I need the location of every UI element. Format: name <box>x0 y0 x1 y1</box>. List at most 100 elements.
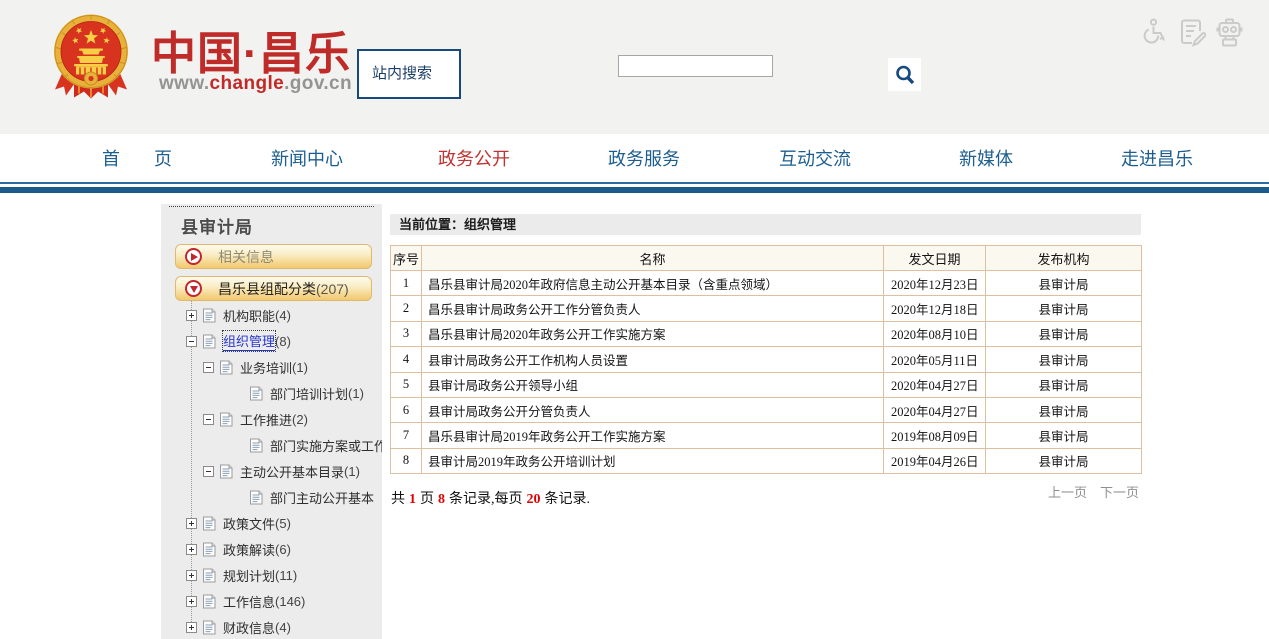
tree-item-13[interactable]: 财政信息(4) <box>161 614 382 639</box>
doc-title-link[interactable]: 县审计局2019年政务公开培训计划 <box>428 455 616 469</box>
category-group-button[interactable]: 昌乐县组配分类(207) <box>175 276 372 301</box>
document-icon <box>249 438 263 453</box>
table-row-4: 4县审计局政务公开工作机构人员设置2020年05月11日县审计局 <box>391 347 1142 372</box>
doc-title-link[interactable]: 昌乐县审计局政务公开工作分管负责人 <box>428 303 641 317</box>
divider-line-thin <box>0 182 1269 184</box>
wheelchair-accessibility-icon[interactable] <box>1143 18 1169 47</box>
records-summary: 共1页8条记录,每页20条记录. <box>391 488 590 508</box>
tree-item-9[interactable]: 政策文件(5) <box>161 510 382 536</box>
doc-title-link[interactable]: 县审计局政务公开领导小组 <box>428 379 578 393</box>
next-page-link[interactable]: 下一页 <box>1100 482 1139 501</box>
tree-item-6[interactable]: 部门实施方案或工作 <box>161 432 382 458</box>
related-info-button[interactable]: 相关信息 <box>175 244 372 269</box>
form-edit-icon[interactable] <box>1179 18 1206 47</box>
nav-item-4[interactable]: 政务服务 <box>608 134 680 182</box>
row-index-cell: 3 <box>391 321 422 346</box>
collapse-icon[interactable] <box>203 414 214 425</box>
row-index-cell: 1 <box>391 271 422 296</box>
play-circle-icon <box>185 248 202 265</box>
nav-item-3[interactable]: 政务公开 <box>438 134 510 182</box>
tree-item-count: (4) <box>275 308 291 323</box>
prev-page-link[interactable]: 上一页 <box>1048 482 1087 501</box>
tree-item-label[interactable]: 组织管理 <box>223 331 275 351</box>
tree-item-label[interactable]: 业务培训 <box>240 358 292 377</box>
tree-item-8[interactable]: 部门主动公开基本 <box>161 484 382 510</box>
nav-item-7[interactable]: 走进昌乐 <box>1121 134 1193 182</box>
tree-item-label[interactable]: 财政信息 <box>223 618 275 637</box>
expand-icon[interactable] <box>186 570 197 581</box>
tree-item-label[interactable]: 部门主动公开基本 <box>270 488 374 507</box>
tree-item-label[interactable]: 工作信息 <box>223 592 275 611</box>
page-header: 中国·昌乐 www.changle.gov.cn 站内搜索 <box>0 0 1269 134</box>
tree-item-label[interactable]: 部门培训计划 <box>270 384 348 403</box>
collapse-icon[interactable] <box>203 362 214 373</box>
record-count: 8 <box>434 492 449 507</box>
table-header-row: 序号名称发文日期发布机构 <box>391 246 1142 271</box>
expand-icon[interactable] <box>186 544 197 555</box>
search-button[interactable] <box>888 58 921 91</box>
national-emblem-logo <box>52 11 130 102</box>
document-icon <box>202 568 216 583</box>
publisher-cell: 县审计局 <box>986 372 1142 397</box>
tree-item-2[interactable]: 组织管理(8) <box>161 328 382 354</box>
document-icon <box>202 542 216 557</box>
publisher-cell: 县审计局 <box>986 448 1142 473</box>
tree-item-11[interactable]: 规划计划(11) <box>161 562 382 588</box>
nav-item-5[interactable]: 互动交流 <box>779 134 851 182</box>
search-input[interactable] <box>618 55 773 77</box>
collapse-icon[interactable] <box>186 336 197 347</box>
tree-item-label[interactable]: 工作推进 <box>240 410 292 429</box>
magnifier-icon <box>893 63 917 87</box>
expand-icon[interactable] <box>186 310 197 321</box>
tree-item-12[interactable]: 工作信息(146) <box>161 588 382 614</box>
sidebar: 县审计局 相关信息 昌乐县组配分类(207) 机构职能(4)组织管理(8)业务培… <box>161 204 382 639</box>
tree-item-label[interactable]: 主动公开基本目录 <box>240 462 344 481</box>
nav-item-1[interactable]: 首 页 <box>102 134 180 182</box>
doc-title-link[interactable]: 县审计局政务公开分管负责人 <box>428 405 591 419</box>
tree-item-count: (1) <box>348 386 364 401</box>
collapse-icon[interactable] <box>203 466 214 477</box>
page-count: 1 <box>405 492 420 507</box>
publish-date-cell: 2020年04月27日 <box>884 372 986 397</box>
page-size: 20 <box>523 492 545 507</box>
document-icon <box>202 308 216 323</box>
expand-icon[interactable] <box>186 518 197 529</box>
column-header: 发文日期 <box>884 246 986 271</box>
site-url: www.changle.gov.cn <box>159 73 352 95</box>
breadcrumb: 当前位置：组织管理 <box>390 214 1141 235</box>
tree-item-label[interactable]: 规划计划 <box>223 566 275 585</box>
row-index-cell: 7 <box>391 423 422 448</box>
nav-item-2[interactable]: 新闻中心 <box>271 134 343 182</box>
tree-item-label[interactable]: 部门实施方案或工作 <box>270 436 382 455</box>
table-row-1: 1昌乐县审计局2020年政府信息主动公开基本目录（含重点领域）2020年12月2… <box>391 271 1142 296</box>
nav-item-6[interactable]: 新媒体 <box>959 134 1013 182</box>
site-search-tab[interactable]: 站内搜索 <box>357 49 461 99</box>
tree-item-4[interactable]: 部门培训计划(1) <box>161 380 382 406</box>
doc-title-cell: 县审计局政务公开工作机构人员设置 <box>422 347 884 372</box>
divider-line-thick <box>0 187 1269 193</box>
robot-assistant-icon[interactable] <box>1216 18 1243 47</box>
sidebar-dotted-divider <box>169 206 374 207</box>
table-row-5: 5县审计局政务公开领导小组2020年04月27日县审计局 <box>391 372 1142 397</box>
doc-title-link[interactable]: 昌乐县审计局2020年政务公开工作实施方案 <box>428 328 666 342</box>
document-icon <box>202 334 216 349</box>
tree-item-label[interactable]: 机构职能 <box>223 306 275 325</box>
publish-date-cell: 2020年04月27日 <box>884 397 986 422</box>
expand-icon[interactable] <box>186 596 197 607</box>
doc-title-link[interactable]: 昌乐县审计局2020年政府信息主动公开基本目录（含重点领域） <box>428 278 778 292</box>
category-tree: 机构职能(4)组织管理(8)业务培训(1)部门培训计划(1)工作推进(2)部门实… <box>161 302 382 639</box>
tree-item-10[interactable]: 政策解读(6) <box>161 536 382 562</box>
tree-item-7[interactable]: 主动公开基本目录(1) <box>161 458 382 484</box>
doc-title-cell: 县审计局2019年政务公开培训计划 <box>422 448 884 473</box>
column-header: 名称 <box>422 246 884 271</box>
expand-icon[interactable] <box>186 622 197 633</box>
doc-title-link[interactable]: 昌乐县审计局2019年政务公开工作实施方案 <box>428 430 666 444</box>
row-index-cell: 4 <box>391 347 422 372</box>
tree-item-label[interactable]: 政策文件 <box>223 514 275 533</box>
tree-item-5[interactable]: 工作推进(2) <box>161 406 382 432</box>
document-icon <box>202 620 216 635</box>
tree-item-1[interactable]: 机构职能(4) <box>161 302 382 328</box>
doc-title-link[interactable]: 县审计局政务公开工作机构人员设置 <box>428 354 628 368</box>
tree-item-label[interactable]: 政策解读 <box>223 540 275 559</box>
tree-item-3[interactable]: 业务培训(1) <box>161 354 382 380</box>
